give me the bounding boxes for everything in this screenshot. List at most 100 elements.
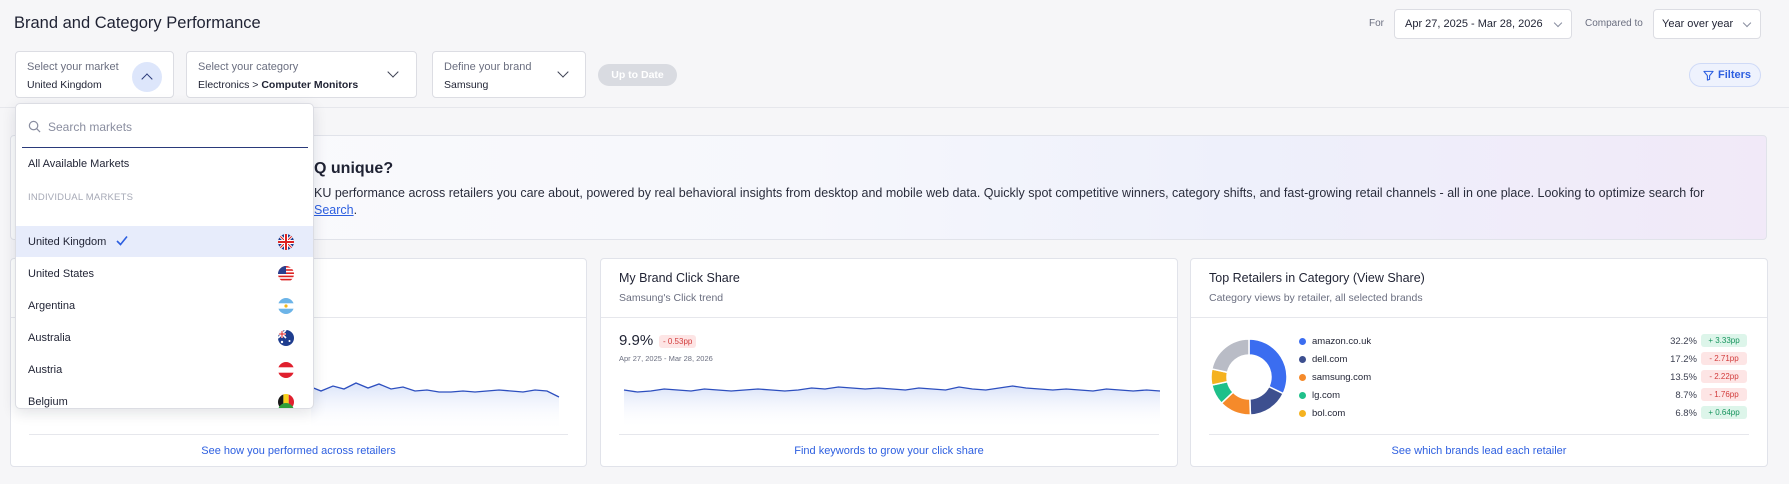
us-flag-icon bbox=[278, 266, 294, 282]
top-bar: Brand and Category Performance For Apr 2… bbox=[0, 0, 1789, 108]
austria-flag-icon bbox=[278, 362, 294, 378]
card-title: Top Retailers in Category (View Share) bbox=[1209, 271, 1425, 285]
banner-link-suffix: . bbox=[353, 203, 358, 217]
performance-link[interactable]: See how you performed across retailers bbox=[11, 445, 586, 457]
retailer-name: samsung.com bbox=[1312, 372, 1372, 383]
market-option[interactable]: United States bbox=[16, 258, 313, 289]
retailer-name: dell.com bbox=[1312, 354, 1348, 365]
page-title: Brand and Category Performance bbox=[14, 14, 261, 32]
date-range-label: For bbox=[1369, 18, 1384, 29]
filters-label: Filters bbox=[1718, 69, 1752, 81]
category-path: Electronics > bbox=[198, 79, 262, 91]
retailer-legend-row: bol.com 6.8% + 0.64pp bbox=[1299, 406, 1747, 425]
chevron-up-button[interactable] bbox=[132, 62, 162, 92]
retailer-name: lg.com bbox=[1312, 390, 1340, 401]
card-footer-divider bbox=[619, 434, 1159, 435]
category-selector-value: Electronics > Computer Monitors bbox=[198, 79, 358, 91]
retailer-legend-row: lg.com 8.7% - 1.76pp bbox=[1299, 388, 1747, 407]
click-share-card: My Brand Click Share Samsung's Click tre… bbox=[600, 258, 1178, 467]
date-range-select[interactable]: Apr 27, 2025 - Mar 28, 2026 bbox=[1394, 9, 1572, 39]
market-selector-label: Select your market bbox=[27, 61, 119, 73]
retailer-delta-badge: + 3.33pp bbox=[1701, 334, 1747, 347]
chevron-up-icon bbox=[141, 73, 153, 85]
card-footer-divider bbox=[1209, 434, 1749, 435]
banner-text: KU performance across retailers you care… bbox=[314, 186, 1705, 200]
market-option[interactable]: United Kingdom bbox=[16, 226, 313, 257]
legend-color-dot bbox=[1299, 356, 1306, 363]
chevron-down-icon bbox=[1742, 18, 1752, 28]
market-option-label: Austria bbox=[28, 364, 63, 376]
banner-search-link[interactable]: Search bbox=[314, 203, 354, 217]
card-subtitle: Category views by retailer, all selected… bbox=[1209, 292, 1423, 304]
market-dropdown: All Available Markets INDIVIDUAL MARKETS… bbox=[15, 103, 314, 409]
brand-selector-value: Samsung bbox=[444, 79, 489, 91]
chevron-down-icon bbox=[557, 66, 569, 78]
legend-color-dot bbox=[1299, 392, 1306, 399]
market-search-input[interactable] bbox=[48, 116, 298, 138]
category-selector[interactable]: Select your category Electronics > Compu… bbox=[186, 51, 417, 98]
card-footer-divider bbox=[29, 434, 568, 435]
retailer-share: 17.2% bbox=[1670, 354, 1697, 365]
market-selector[interactable]: Select your market United Kingdom bbox=[15, 51, 174, 98]
market-option-label: Argentina bbox=[28, 300, 76, 312]
filters-button[interactable]: Filters bbox=[1689, 63, 1761, 87]
section-header: INDIVIDUAL MARKETS bbox=[28, 192, 134, 203]
retailer-legend-row: dell.com 17.2% - 2.71pp bbox=[1299, 352, 1747, 371]
donut-slice bbox=[1248, 338, 1288, 395]
click-share-metric: 9.9% - 0.53pp bbox=[619, 332, 697, 349]
all-markets-option[interactable]: All Available Markets bbox=[16, 148, 313, 179]
card-divider bbox=[1191, 317, 1767, 318]
donut-slice bbox=[1249, 385, 1285, 416]
banner-body: KU performance across retailers you care… bbox=[314, 185, 1754, 219]
market-option-label: United States bbox=[28, 268, 95, 280]
market-option[interactable]: Austria bbox=[16, 354, 313, 385]
chevron-down-icon bbox=[387, 66, 399, 78]
retailer-delta-badge: + 0.64pp bbox=[1701, 406, 1747, 419]
date-range-value: Apr 27, 2025 - Mar 28, 2026 bbox=[1405, 18, 1543, 30]
retailer-share: 6.8% bbox=[1675, 408, 1697, 419]
filter-icon bbox=[1703, 70, 1714, 81]
search-icon bbox=[28, 120, 41, 133]
donut-slice bbox=[1210, 338, 1250, 374]
uk-flag-icon bbox=[278, 234, 294, 250]
retailer-share: 8.7% bbox=[1675, 390, 1697, 401]
retailer-name: bol.com bbox=[1312, 408, 1346, 419]
click-share-date-range: Apr 27, 2025 - Mar 28, 2026 bbox=[619, 354, 713, 363]
checkmark-icon bbox=[116, 235, 128, 249]
retailer-delta-badge: - 2.22pp bbox=[1701, 370, 1747, 383]
market-option[interactable]: Belgium bbox=[16, 386, 313, 408]
category-leaf: Computer Monitors bbox=[261, 79, 359, 91]
brand-selector-label: Define your brand bbox=[444, 61, 532, 73]
retailer-share: 32.2% bbox=[1670, 336, 1697, 347]
compare-select[interactable]: Year over year bbox=[1653, 9, 1761, 39]
market-option[interactable]: Australia bbox=[16, 322, 313, 353]
legend-color-dot bbox=[1299, 374, 1306, 381]
legend-color-dot bbox=[1299, 338, 1306, 345]
click-share-value: 9.9% bbox=[619, 332, 654, 349]
market-option[interactable]: Argentina bbox=[16, 290, 313, 321]
up-to-date-button[interactable]: Up to Date bbox=[598, 64, 677, 86]
brand-selector[interactable]: Define your brand Samsung bbox=[432, 51, 586, 98]
market-option-label: United Kingdom bbox=[28, 236, 107, 248]
banner-title: Q unique? bbox=[314, 160, 394, 177]
click-share-sparkline bbox=[623, 385, 1161, 429]
top-retailers-card: Top Retailers in Category (View Share) C… bbox=[1190, 258, 1768, 467]
retailer-legend-row: samsung.com 13.5% - 2.22pp bbox=[1299, 370, 1747, 389]
retailer-legend-row: amazon.co.uk 32.2% + 3.33pp bbox=[1299, 334, 1747, 353]
legend-color-dot bbox=[1299, 410, 1306, 417]
market-selector-value: United Kingdom bbox=[27, 79, 102, 91]
retailer-name: amazon.co.uk bbox=[1312, 336, 1372, 347]
chevron-down-icon bbox=[1553, 18, 1563, 28]
card-subtitle: Samsung's Click trend bbox=[619, 292, 724, 304]
click-share-link[interactable]: Find keywords to grow your click share bbox=[601, 445, 1177, 457]
market-option-label: Belgium bbox=[28, 396, 68, 408]
retailers-link[interactable]: See which brands lead each retailer bbox=[1191, 445, 1767, 457]
retailer-legend: amazon.co.uk 32.2% + 3.33pp dell.com 17.2% - … bbox=[1299, 334, 1747, 425]
market-search bbox=[22, 106, 308, 148]
category-selector-label: Select your category bbox=[198, 61, 299, 73]
compare-value: Year over year bbox=[1662, 18, 1734, 30]
click-share-delta-badge: - 0.53pp bbox=[659, 335, 697, 348]
australia-flag-icon bbox=[278, 330, 294, 346]
retailer-delta-badge: - 1.76pp bbox=[1701, 388, 1747, 401]
retailer-delta-badge: - 2.71pp bbox=[1701, 352, 1747, 365]
